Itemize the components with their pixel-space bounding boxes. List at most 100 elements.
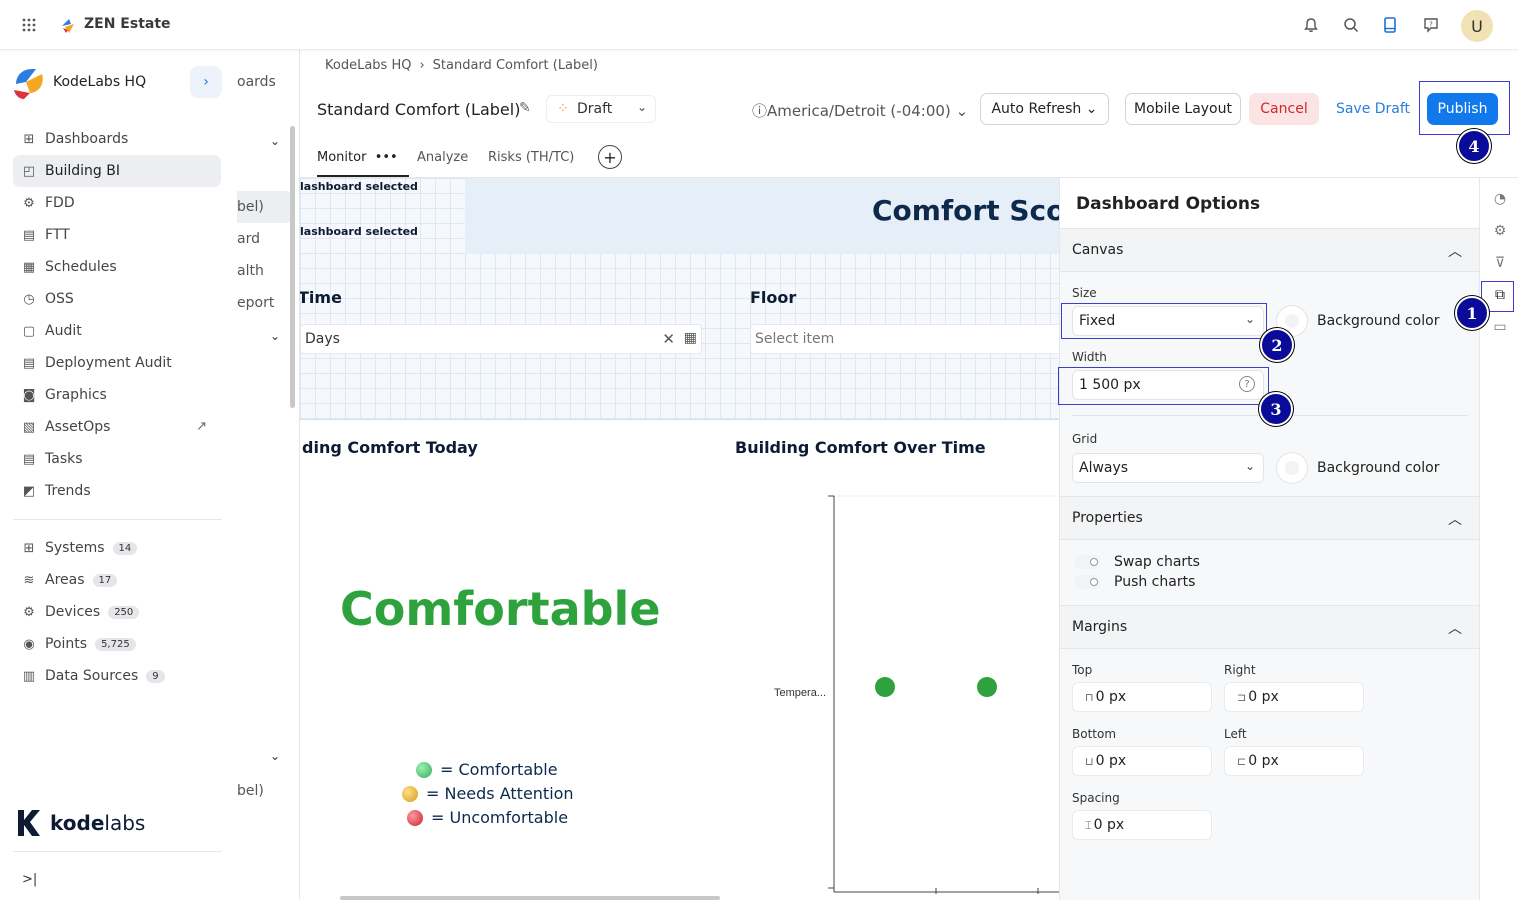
sidebar-item-devices[interactable]: ⚙ Devices 250 bbox=[13, 596, 221, 628]
top-margin-label: Top bbox=[1072, 663, 1093, 677]
status-dropdown[interactable]: ⁘ Draft ⌄ bbox=[546, 95, 656, 123]
pie-chart-icon[interactable]: ◔ bbox=[1491, 190, 1509, 208]
sidebar-divider bbox=[13, 519, 222, 520]
sidebar-item-fdd[interactable]: ⚙ FDD bbox=[13, 187, 221, 219]
book-icon[interactable]: ▭ bbox=[1491, 318, 1509, 336]
swap-charts-toggle-row[interactable]: Swap charts bbox=[1074, 554, 1200, 570]
chevron-down-icon[interactable]: ⌄ bbox=[270, 134, 280, 148]
points-icon: ◉ bbox=[23, 636, 35, 652]
clear-icon[interactable]: ✕ bbox=[662, 330, 675, 348]
chevron-down-icon[interactable]: ⌄ bbox=[270, 329, 280, 343]
help-chat-icon[interactable]: ? bbox=[1422, 16, 1440, 34]
add-tab-button[interactable]: + bbox=[598, 145, 622, 169]
sidebar-item-points[interactable]: ◉ Points 5,725 bbox=[13, 628, 221, 660]
floor-filter-select[interactable]: Select item bbox=[750, 324, 1060, 354]
areas-icon: ≋ bbox=[23, 572, 35, 588]
external-link-icon[interactable]: ↗ bbox=[196, 419, 207, 434]
sidebar-item-ftt[interactable]: ▤ FTT bbox=[13, 219, 221, 251]
scatter-point[interactable] bbox=[977, 677, 997, 697]
filter-icon[interactable]: ⊽ bbox=[1491, 254, 1509, 272]
sidebar-item-systems[interactable]: ⊞ Systems 14 bbox=[13, 532, 221, 564]
tab-risks[interactable]: Risks (TH/TC) bbox=[488, 150, 574, 165]
margin-left-icon: ⊏ bbox=[1237, 755, 1247, 768]
sidebar-item-data-sources[interactable]: ▥ Data Sources 9 bbox=[13, 660, 221, 692]
properties-section-header[interactable]: Properties ︿ bbox=[1060, 496, 1480, 540]
apps-grid-icon[interactable] bbox=[22, 18, 36, 32]
chevron-up-icon[interactable]: ︿ bbox=[1448, 241, 1462, 261]
comfort-score-widget[interactable]: Comfort Score bbox=[465, 178, 1060, 254]
sidebar-item-audit[interactable]: ▢ Audit bbox=[13, 315, 221, 347]
floor-filter-label: Floor bbox=[750, 288, 797, 307]
time-filter-input[interactable]: Days ✕ ▦ bbox=[300, 324, 702, 354]
tablet-icon[interactable] bbox=[1381, 16, 1399, 34]
chevron-up-icon[interactable]: ︿ bbox=[1448, 618, 1462, 638]
sidebar-item-deployment-audit[interactable]: ▤ Deployment Audit bbox=[13, 347, 221, 379]
count-badge: 250 bbox=[108, 605, 140, 619]
canvas-section-header[interactable]: Canvas ︿ bbox=[1060, 228, 1480, 272]
horizontal-scrollbar[interactable] bbox=[340, 896, 720, 900]
main-area: KodeLabs HQ › Standard Comfort (Label) Sta… bbox=[300, 50, 1518, 900]
org-expand-button[interactable]: › bbox=[190, 66, 222, 98]
save-draft-button[interactable]: Save Draft bbox=[1331, 93, 1415, 125]
sidebar-item-building-bi[interactable]: ◰ Building BI bbox=[13, 155, 221, 187]
size-label: Size bbox=[1072, 286, 1097, 300]
timezone-selector[interactable]: ⓘAmerica/Detroit (-04:00) ⌄ bbox=[752, 100, 968, 121]
panel-item[interactable]: ard bbox=[237, 231, 260, 247]
sidebar: KodeLabs HQ › ⊞ Dashboards ◰ Building BI ⚙… bbox=[0, 50, 237, 900]
panel-item[interactable]: alth bbox=[237, 263, 264, 279]
org-switcher[interactable]: KodeLabs HQ › bbox=[12, 66, 222, 100]
bell-icon[interactable] bbox=[1302, 16, 1320, 34]
margins-section-header[interactable]: Margins ︿ bbox=[1060, 605, 1480, 649]
sidebar-item-areas[interactable]: ≋ Areas 17 bbox=[13, 564, 221, 596]
right-margin-input[interactable]: ⊐ 0 px bbox=[1224, 682, 1364, 712]
systems-icon: ⊞ bbox=[23, 540, 35, 556]
sidebar-item-graphics[interactable]: ◙ Graphics bbox=[13, 379, 221, 411]
scatter-point[interactable] bbox=[875, 677, 895, 697]
left-margin-label: Left bbox=[1224, 727, 1247, 741]
tab-monitor[interactable]: Monitor ••• bbox=[317, 150, 398, 165]
edit-pencil-icon[interactable]: ✎ bbox=[519, 100, 531, 116]
calendar-icon[interactable]: ▦ bbox=[684, 330, 697, 346]
panel-item[interactable]: eport bbox=[237, 295, 274, 311]
left-margin-input[interactable]: ⊏ 0 px bbox=[1224, 746, 1364, 776]
search-icon[interactable] bbox=[1342, 16, 1360, 34]
push-charts-toggle[interactable] bbox=[1074, 575, 1100, 589]
swap-charts-toggle[interactable] bbox=[1074, 555, 1100, 569]
panel-item[interactable]: bel) bbox=[237, 783, 264, 799]
sidebar-item-schedules[interactable]: ▦ Schedules bbox=[13, 251, 221, 283]
sidebar-item-oss[interactable]: ◷ OSS bbox=[13, 283, 221, 315]
sidebar-item-assetops[interactable]: ▧ AssetOps ↗ bbox=[13, 411, 221, 443]
bottom-margin-input[interactable]: ⊔ 0 px bbox=[1072, 746, 1212, 776]
count-badge: 5,725 bbox=[95, 637, 136, 651]
cancel-button[interactable]: Cancel bbox=[1249, 93, 1319, 125]
grid-label: Grid bbox=[1072, 432, 1098, 446]
more-dots-icon[interactable]: ••• bbox=[375, 150, 398, 165]
selection-hint: lashboard selected bbox=[300, 180, 418, 193]
grid-select[interactable]: Always ⌄ bbox=[1072, 453, 1264, 483]
breadcrumb-root[interactable]: KodeLabs HQ bbox=[325, 58, 411, 73]
right-margin-label: Right bbox=[1224, 663, 1256, 677]
bottom-margin-label: Bottom bbox=[1072, 727, 1117, 741]
chevron-up-icon[interactable]: ︿ bbox=[1448, 509, 1462, 529]
grid-background-color-picker[interactable] bbox=[1276, 452, 1308, 484]
tab-analyze[interactable]: Analyze bbox=[417, 150, 468, 165]
mobile-layout-button[interactable]: Mobile Layout bbox=[1125, 93, 1241, 125]
margin-bottom-icon: ⊔ bbox=[1085, 755, 1094, 768]
spacing-input[interactable]: ⌶ 0 px bbox=[1072, 810, 1212, 840]
comfort-today-title: ding Comfort Today bbox=[302, 438, 478, 457]
gear-icon[interactable]: ⚙ bbox=[1491, 222, 1509, 240]
top-margin-input[interactable]: ⊓ 0 px bbox=[1072, 682, 1212, 712]
push-charts-toggle-row[interactable]: Push charts bbox=[1074, 574, 1195, 590]
auto-refresh-dropdown[interactable]: Auto Refresh ⌄ bbox=[980, 93, 1109, 125]
collapse-sidebar-icon[interactable]: >| bbox=[22, 872, 37, 887]
sidebar-item-trends[interactable]: ◩ Trends bbox=[13, 475, 221, 507]
sidebar-item-tasks[interactable]: ▤ Tasks bbox=[13, 443, 221, 475]
scrollbar[interactable] bbox=[290, 126, 295, 408]
panel-item[interactable]: bel) bbox=[237, 199, 264, 215]
properties-section-body: Swap charts Push charts bbox=[1060, 540, 1480, 605]
background-color-label: Background color bbox=[1317, 313, 1440, 329]
sidebar-item-dashboards[interactable]: ⊞ Dashboards bbox=[13, 123, 221, 155]
user-avatar[interactable]: U bbox=[1461, 10, 1493, 42]
margin-top-icon: ⊓ bbox=[1085, 691, 1094, 704]
chevron-down-icon[interactable]: ⌄ bbox=[270, 749, 280, 763]
